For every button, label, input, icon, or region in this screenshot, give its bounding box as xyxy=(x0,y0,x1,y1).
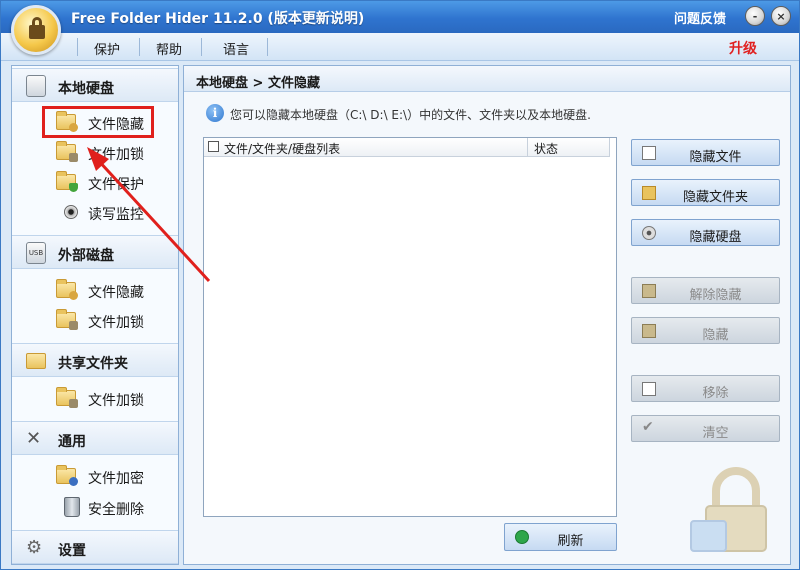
sidebar-item-shared-lock[interactable]: 文件加锁 xyxy=(12,384,178,412)
sidebar-item-label: 读写监控 xyxy=(88,207,144,223)
settings-icon: ⚙ xyxy=(26,537,43,558)
section-settings[interactable]: ⚙ 设置 xyxy=(12,530,178,564)
sidebar-item-label: 文件保护 xyxy=(88,177,144,193)
sidebar-item-label: 文件加锁 xyxy=(88,147,144,163)
app-logo-icon xyxy=(11,5,61,55)
sidebar-item-encrypt[interactable]: 文件加密 xyxy=(12,462,178,490)
sidebar-item-label: 文件加锁 xyxy=(88,315,144,331)
menu-language[interactable]: 语言 xyxy=(223,39,249,58)
folder-hide-icon xyxy=(56,279,78,300)
tools-icon: ✕ xyxy=(26,428,42,449)
sidebar-item-label: 文件加锁 xyxy=(88,393,144,409)
sidebar-item-external-hide[interactable]: 文件隐藏 xyxy=(12,276,178,304)
hard-disk-icon xyxy=(26,75,46,97)
section-label: 设置 xyxy=(58,543,86,559)
button-label: 移除 xyxy=(702,386,729,401)
unhide-button[interactable]: 解除隐藏 xyxy=(631,277,780,304)
hide-button[interactable]: 隐藏 xyxy=(631,317,780,344)
section-label: 外部磁盘 xyxy=(58,248,114,264)
sidebar-item-monitor[interactable]: 读写监控 xyxy=(12,198,178,226)
breadcrumb-bar: 本地硬盘 > 文件隐藏 xyxy=(184,66,790,92)
folder-lock-icon xyxy=(56,309,78,330)
hide-disk-button[interactable]: 隐藏硬盘 xyxy=(631,219,780,246)
shared-folder-icon xyxy=(26,353,46,369)
close-button[interactable]: × xyxy=(771,6,791,26)
section-label: 共享文件夹 xyxy=(58,356,128,372)
trash-icon xyxy=(64,497,80,517)
folder-lock-icon xyxy=(56,387,78,408)
sidebar: 本地硬盘 文件隐藏 文件加锁 文件保护 读写监控 USB 外部磁盘 文件隐藏 文… xyxy=(11,65,179,565)
menu-bar: 保护 帮助 语言 升级 xyxy=(1,33,799,61)
menu-help[interactable]: 帮助 xyxy=(156,39,182,58)
button-label: 隐藏 xyxy=(702,328,729,343)
column-label: 状态 xyxy=(534,142,559,156)
sidebar-item-external-lock[interactable]: 文件加锁 xyxy=(12,306,178,334)
sidebar-item-secure-delete[interactable]: 安全删除 xyxy=(12,493,178,521)
column-header-files[interactable]: 文件/文件夹/硬盘列表 xyxy=(204,138,528,157)
sidebar-item-label: 文件隐藏 xyxy=(88,285,144,301)
section-shared-folder[interactable]: 共享文件夹 xyxy=(12,343,178,377)
usb-drive-icon: USB xyxy=(26,242,46,264)
watermark-lock-icon xyxy=(690,467,767,552)
app-window: Free Folder Hider 11.2.0 (版本更新说明) 问题反馈 -… xyxy=(0,0,800,570)
button-label: 隐藏文件夹 xyxy=(682,190,748,205)
breadcrumb: 本地硬盘 > 文件隐藏 xyxy=(196,76,320,91)
button-label: 隐藏文件 xyxy=(689,150,742,165)
refresh-label: 刷新 xyxy=(557,534,584,549)
info-text: 您可以隐藏本地硬盘（C:\ D:\ E:\）中的文件、文件夹以及本地硬盘. xyxy=(230,108,591,122)
section-local-disk[interactable]: 本地硬盘 xyxy=(12,68,178,102)
title-bar[interactable]: Free Folder Hider 11.2.0 (版本更新说明) 问题反馈 -… xyxy=(1,1,799,33)
sidebar-item-label: 文件加密 xyxy=(88,471,144,487)
upgrade-button[interactable]: 升级 xyxy=(729,38,757,58)
window-title[interactable]: Free Folder Hider 11.2.0 (版本更新说明) xyxy=(71,8,364,28)
hide-file-button[interactable]: 隐藏文件 xyxy=(631,139,780,166)
column-header-status[interactable]: 状态 xyxy=(528,138,610,157)
info-icon: i xyxy=(206,104,224,122)
menu-protect[interactable]: 保护 xyxy=(94,39,120,58)
monitor-icon xyxy=(64,205,78,219)
select-all-checkbox[interactable] xyxy=(208,141,219,152)
feedback-link[interactable]: 问题反馈 xyxy=(674,8,726,27)
section-label: 本地硬盘 xyxy=(58,81,114,97)
folder-protect-icon xyxy=(56,171,78,192)
folder-encrypt-icon xyxy=(56,465,78,486)
sidebar-item-local-lock[interactable]: 文件加锁 xyxy=(12,138,178,166)
hide-folder-button[interactable]: 隐藏文件夹 xyxy=(631,179,780,206)
file-list[interactable]: 文件/文件夹/硬盘列表 状态 xyxy=(203,137,617,517)
section-external-disk[interactable]: USB 外部磁盘 xyxy=(12,235,178,269)
remove-button[interactable]: 移除 xyxy=(631,375,780,402)
sidebar-item-label: 安全删除 xyxy=(88,502,144,518)
column-label: 文件/文件夹/硬盘列表 xyxy=(224,142,341,156)
refresh-button[interactable]: 刷新 xyxy=(504,523,617,551)
clear-button[interactable]: ✔ 清空 xyxy=(631,415,780,442)
selection-highlight xyxy=(42,106,154,138)
section-label: 通用 xyxy=(58,434,86,450)
sidebar-item-local-protect[interactable]: 文件保护 xyxy=(12,168,178,196)
button-label: 解除隐藏 xyxy=(689,288,742,303)
button-label: 清空 xyxy=(702,426,729,441)
minimize-button[interactable]: - xyxy=(745,6,765,26)
button-label: 隐藏硬盘 xyxy=(689,230,742,245)
section-general[interactable]: ✕ 通用 xyxy=(12,421,178,455)
folder-lock-icon xyxy=(56,141,78,162)
